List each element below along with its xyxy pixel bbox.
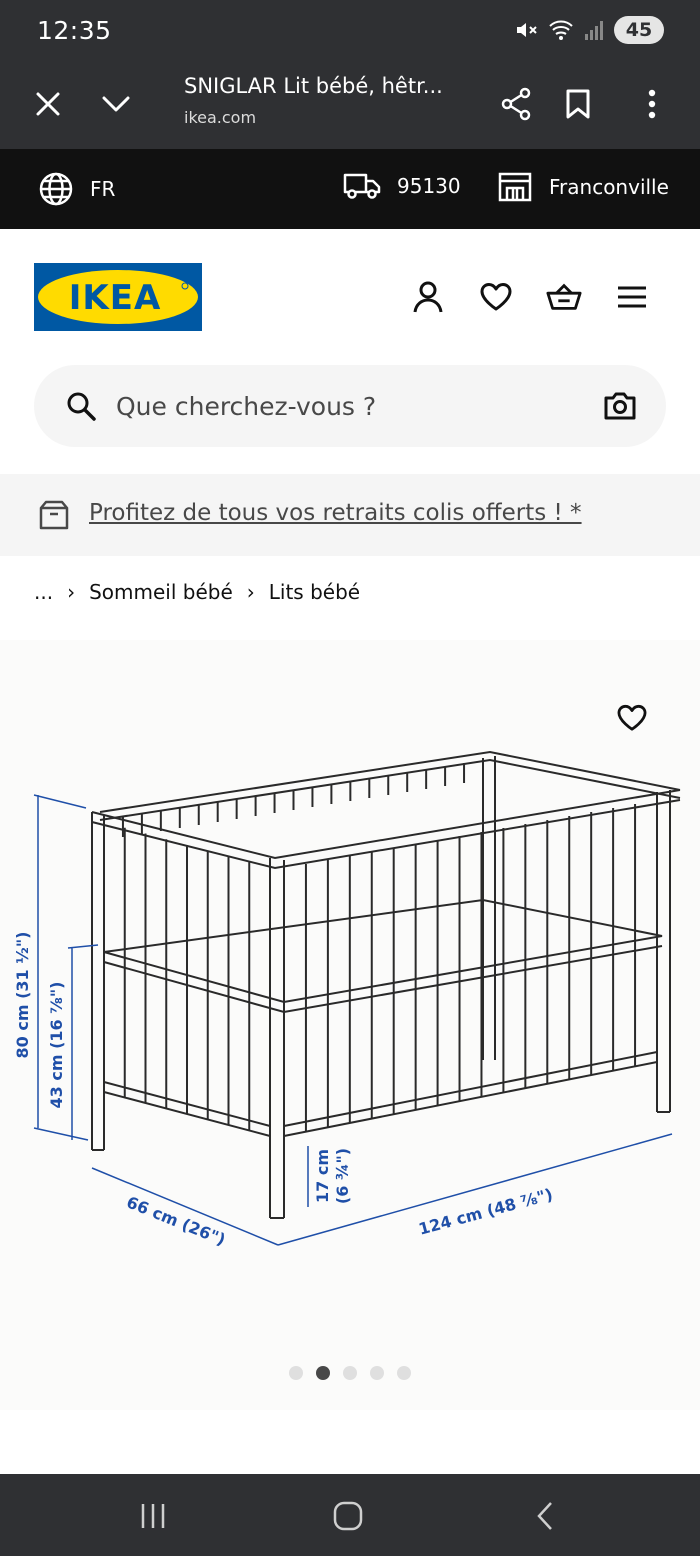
product-image-gallery[interactable]: 80 cm (31 ½") 43 cm (16 ⅞") 17 cm (6 ¾")… — [0, 640, 700, 1410]
breadcrumb: ... › Sommeil bébé › Lits bébé — [34, 580, 360, 604]
back-button[interactable] — [521, 1492, 569, 1540]
promo-banner: Profitez de tous vos retraits colis offe… — [0, 474, 700, 556]
site-header: IKEA — [0, 229, 700, 359]
back-icon — [537, 1502, 552, 1530]
crib-dimension-drawing: 80 cm (31 ½") 43 cm (16 ⅞") 17 cm (6 ¾")… — [13, 750, 681, 1249]
gallery-pagination — [0, 1366, 700, 1380]
delivery-postcode[interactable]: 95130 — [343, 171, 461, 201]
search-input[interactable] — [116, 365, 576, 447]
language-selector[interactable]: FR — [38, 171, 115, 207]
chevron-right-icon: › — [67, 580, 76, 604]
chevron-right-icon: › — [246, 580, 255, 604]
language-label: FR — [90, 177, 116, 201]
bookmark-icon — [566, 89, 590, 119]
add-to-wishlist-button[interactable] — [612, 698, 652, 738]
status-bar: 12:35 45 — [0, 0, 700, 62]
postcode-label: 95130 — [397, 174, 461, 198]
chevron-down-icon — [102, 96, 130, 112]
pagination-dot[interactable] — [343, 1366, 357, 1380]
dimension-length: 124 cm (48 ⅞") — [416, 1185, 554, 1239]
close-tab-button[interactable] — [24, 80, 72, 128]
browser-toolbar: SNIGLAR Lit bébé, hêtr... ikea.com — [0, 62, 700, 149]
menu-button[interactable] — [614, 279, 650, 315]
breadcrumb-item[interactable]: Lits bébé — [269, 580, 360, 604]
pagination-dot[interactable] — [397, 1366, 411, 1380]
ikea-logo[interactable]: IKEA — [34, 263, 202, 331]
search-bar — [34, 365, 666, 447]
pagination-dot[interactable] — [370, 1366, 384, 1380]
breadcrumb-ellipsis[interactable]: ... — [34, 580, 53, 604]
logo-text: IKEA — [69, 278, 162, 318]
heart-icon — [480, 283, 512, 311]
share-button[interactable] — [492, 80, 540, 128]
mute-icon — [517, 23, 537, 37]
battery-level: 45 — [625, 19, 653, 41]
page-domain[interactable]: ikea.com — [184, 108, 256, 127]
signal-icon — [585, 21, 603, 40]
heart-icon — [617, 704, 647, 731]
pagination-dot[interactable] — [289, 1366, 303, 1380]
shopping-basket-icon — [546, 283, 582, 310]
parcel-box-icon — [39, 500, 69, 530]
account-button[interactable] — [410, 279, 446, 315]
share-icon — [501, 87, 531, 121]
store-icon — [498, 172, 532, 202]
wishlist-button[interactable] — [478, 279, 514, 315]
collapse-button[interactable] — [92, 80, 140, 128]
more-vertical-icon — [648, 89, 656, 119]
dimension-clearance: 17 cm — [313, 1149, 332, 1203]
wifi-icon — [549, 20, 573, 40]
battery-indicator: 45 — [614, 16, 664, 44]
store-bar: FR 95130 Franconville — [0, 149, 700, 229]
status-time: 12:35 — [37, 16, 112, 45]
recent-apps-button[interactable] — [129, 1492, 177, 1540]
recent-apps-icon — [141, 1504, 165, 1528]
dimension-clearance-inches: (6 ¾") — [333, 1148, 352, 1204]
store-label: Franconville — [549, 175, 669, 199]
page-title[interactable]: SNIGLAR Lit bébé, hêtr... — [184, 74, 443, 98]
search-icon[interactable] — [66, 391, 96, 421]
system-navigation-bar — [0, 1474, 700, 1556]
pagination-dot[interactable] — [316, 1366, 330, 1380]
hamburger-menu-icon — [618, 286, 646, 308]
cart-button[interactable] — [546, 279, 582, 315]
promo-link[interactable]: Profitez de tous vos retraits colis offe… — [89, 500, 582, 526]
dimension-height-mattress: 43 cm (16 ⅞") — [47, 982, 66, 1109]
bookmark-button[interactable] — [554, 80, 602, 128]
delivery-truck-icon — [343, 173, 381, 199]
breadcrumb-item[interactable]: Sommeil bébé — [89, 580, 233, 604]
store-selector[interactable]: Franconville — [497, 171, 669, 203]
dimension-width: 66 cm (26") — [124, 1192, 228, 1249]
close-icon — [36, 92, 60, 116]
globe-icon — [39, 172, 73, 206]
more-options-button[interactable] — [628, 80, 676, 128]
camera-icon[interactable] — [604, 391, 636, 421]
user-icon — [413, 281, 443, 313]
status-icons: 45 — [514, 16, 664, 44]
dimension-height-total: 80 cm (31 ½") — [13, 932, 32, 1059]
home-button[interactable] — [324, 1492, 372, 1540]
home-icon — [333, 1501, 363, 1531]
